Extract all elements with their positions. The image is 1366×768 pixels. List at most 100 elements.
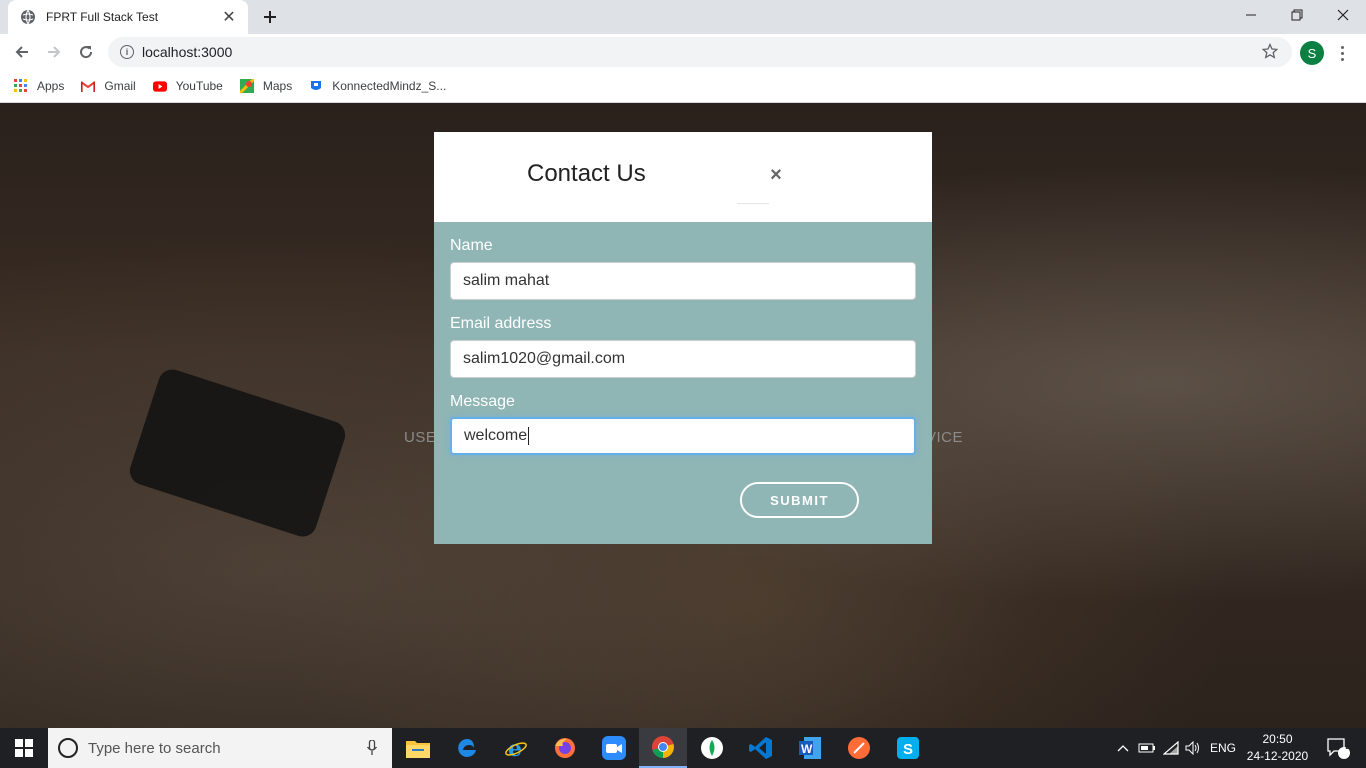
bookmark-label: Gmail — [104, 79, 136, 93]
back-button[interactable] — [10, 40, 34, 64]
chrome-icon — [652, 736, 674, 758]
apps-grid-icon — [14, 79, 28, 93]
reload-icon — [80, 46, 93, 59]
bookmark-star-icon[interactable] — [1261, 42, 1279, 64]
message-label: Message — [450, 393, 515, 410]
submit-button[interactable]: SUBMIT — [740, 482, 859, 518]
mongodb-leaf-icon — [701, 737, 723, 759]
language-indicator[interactable]: ENG — [1206, 728, 1240, 768]
contact-modal: Contact Us × Name salim mahat Email addr… — [434, 132, 932, 544]
chrome-menu-icon[interactable] — [1334, 41, 1350, 65]
gmail-icon — [81, 79, 96, 93]
email-value: salim1020@gmail.com — [463, 350, 626, 367]
restore-button[interactable] — [1274, 0, 1320, 30]
youtube-icon — [152, 79, 167, 93]
name-value: salim mahat — [463, 272, 550, 289]
firefox-icon — [555, 738, 575, 758]
microphone-icon[interactable] — [366, 739, 378, 757]
postman-icon — [848, 737, 870, 759]
arrow-left-icon — [15, 46, 28, 58]
tab-close-icon[interactable]: ✕ — [220, 7, 238, 27]
vscode-taskbar-button[interactable] — [737, 728, 785, 768]
bookmark-youtube[interactable]: YouTube — [152, 79, 223, 93]
taskbar-search[interactable]: Type here to search — [48, 728, 392, 768]
bookmark-gmail[interactable]: Gmail — [81, 79, 136, 93]
cortana-icon — [58, 738, 78, 758]
chrome-taskbar-button[interactable] — [639, 728, 687, 768]
message-field[interactable]: welcome — [450, 417, 916, 455]
reload-button[interactable] — [74, 40, 98, 64]
internet-explorer-icon: e — [505, 736, 527, 760]
postman-taskbar-button[interactable] — [835, 728, 883, 768]
show-hidden-icons-button[interactable] — [1112, 728, 1134, 768]
name-label: Name — [450, 237, 493, 254]
edge-taskbar-button[interactable] — [443, 728, 491, 768]
notification-count: 2 — [1345, 741, 1351, 752]
modal-title: Contact Us — [527, 160, 646, 187]
bookmark-label: KonnectedMindz_S... — [332, 79, 447, 93]
tab-title: FPRT Full Stack Test — [46, 10, 159, 24]
close-window-button[interactable] — [1320, 0, 1366, 30]
browser-tab[interactable]: FPRT Full Stack Test ✕ — [8, 0, 248, 34]
firefox-taskbar-button[interactable] — [541, 728, 589, 768]
browser-toolbar: i localhost:3000 — [0, 34, 1366, 70]
modal-close-icon[interactable]: × — [766, 164, 786, 187]
internet-explorer-taskbar-button[interactable]: e — [492, 728, 540, 768]
message-value: welcome — [464, 427, 528, 444]
tab-strip: FPRT Full Stack Test ✕ — [0, 0, 1366, 34]
search-placeholder: Type here to search — [88, 739, 221, 757]
restore-icon — [1291, 9, 1303, 21]
folder-icon — [406, 741, 430, 758]
text-caret — [528, 427, 530, 445]
new-tab-button[interactable] — [258, 5, 282, 29]
wifi-tray-icon[interactable] — [1160, 728, 1182, 768]
background-phone-image — [126, 365, 349, 541]
volume-tray-icon[interactable] — [1182, 728, 1204, 768]
word-icon: W — [799, 737, 821, 759]
minimize-icon — [1246, 14, 1256, 16]
email-field[interactable]: salim1020@gmail.com — [450, 340, 916, 378]
zoom-taskbar-button[interactable] — [590, 728, 638, 768]
bookmark-site-icon — [309, 79, 323, 93]
forward-button[interactable] — [42, 40, 66, 64]
globe-icon — [20, 9, 36, 25]
clock-date: 24-12-2020 — [1246, 749, 1309, 763]
file-explorer-taskbar-button[interactable] — [394, 728, 442, 768]
windows-logo-icon — [15, 739, 33, 757]
clock-time: 20:50 — [1262, 732, 1293, 746]
close-icon — [1337, 9, 1349, 21]
battery-tray-icon[interactable] — [1136, 728, 1158, 768]
minimize-button[interactable] — [1228, 0, 1274, 30]
word-taskbar-button[interactable]: W — [786, 728, 834, 768]
start-button[interactable] — [0, 728, 48, 768]
skype-taskbar-button[interactable]: S — [884, 728, 932, 768]
bookmark-maps[interactable]: Maps — [239, 79, 293, 93]
bookmark-label: YouTube — [175, 79, 223, 93]
email-label: Email address — [450, 315, 552, 332]
svg-text:S: S — [903, 741, 913, 758]
vscode-icon — [749, 737, 772, 759]
profile-avatar[interactable]: S — [1300, 41, 1324, 65]
maps-icon — [239, 79, 254, 93]
wifi-icon — [1163, 741, 1179, 755]
url-text: localhost:3000 — [142, 44, 233, 60]
action-center-button[interactable]: 2 — [1318, 728, 1358, 768]
name-field[interactable]: salim mahat — [450, 262, 916, 300]
info-icon[interactable]: i — [120, 45, 134, 59]
windows-taskbar: Type here to search e W S ENG 20:50 24-1… — [0, 728, 1366, 768]
bookmark-apps[interactable]: Apps — [14, 79, 64, 93]
bookmarks-bar: Apps Gmail YouTube Maps KonnectedMindz_S… — [0, 70, 1366, 103]
background-text-left: USE — [404, 429, 437, 446]
battery-icon — [1138, 743, 1155, 753]
bookmark-konnectedmindz[interactable]: KonnectedMindz_S... — [309, 79, 446, 93]
chevron-up-icon — [1117, 745, 1129, 752]
bookmark-label: Maps — [262, 79, 293, 93]
skype-icon: S — [897, 737, 919, 759]
address-bar[interactable]: i localhost:3000 — [108, 37, 1292, 67]
mongodb-compass-taskbar-button[interactable] — [688, 728, 736, 768]
modal-header: Contact Us × — [434, 132, 932, 222]
edge-icon — [458, 739, 476, 757]
plus-icon — [264, 11, 276, 23]
clock[interactable]: 20:50 24-12-2020 — [1240, 731, 1315, 765]
bookmark-label: Apps — [37, 79, 65, 93]
